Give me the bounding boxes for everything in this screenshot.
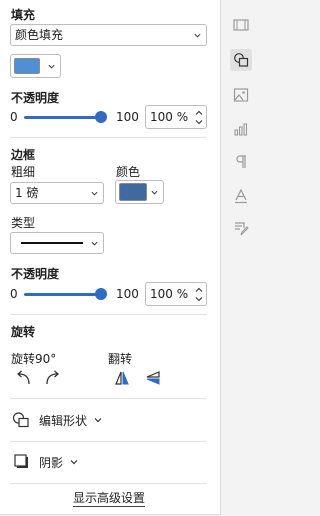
border-opacity-value: 100 % (150, 287, 189, 301)
border-opacity-input[interactable]: 100 % (145, 282, 207, 306)
border-color-picker[interactable] (115, 180, 164, 204)
chevron-down-icon (194, 33, 201, 38)
border-opacity-min: 0 (10, 287, 18, 301)
border-opacity-track (24, 293, 98, 296)
fill-heading: 填充 (11, 8, 36, 22)
chevron-up-icon[interactable] (195, 109, 203, 117)
fill-color-picker[interactable] (10, 54, 61, 78)
shadow-button[interactable]: 阴影 (12, 451, 102, 473)
chevron-down-icon (70, 460, 78, 465)
flip-label: 翻转 (108, 352, 133, 366)
rotate-counterclockwise-icon[interactable] (13, 369, 33, 387)
chevron-down-icon (91, 191, 98, 196)
shape-settings-panel: 填充 颜色填充 不透明度 0 100 100 % 边框 粗细 颜色 1 磅 类型… (0, 0, 221, 515)
divider (10, 137, 207, 138)
flip-vertical-icon[interactable] (144, 369, 162, 387)
solid-line-preview (21, 242, 83, 244)
chevron-down-icon[interactable] (195, 295, 203, 303)
settings-rail (221, 0, 261, 516)
chevron-down-icon (91, 241, 98, 246)
shape-settings-icon[interactable] (230, 49, 252, 71)
border-opacity-slider[interactable] (24, 287, 107, 301)
fill-color-swatch (14, 58, 40, 74)
chart-settings-icon[interactable] (230, 118, 252, 140)
border-heading: 边框 (11, 148, 36, 162)
edit-shape-label: 编辑形状 (39, 414, 88, 428)
edit-shape-button[interactable]: 编辑形状 (12, 409, 122, 431)
border-weight-value: 1 磅 (15, 186, 39, 200)
chevron-down-icon (151, 190, 158, 195)
rotate-90-label: 旋转90° (11, 352, 57, 366)
fill-opacity-input[interactable]: 100 % (145, 105, 207, 129)
chevron-down-icon[interactable] (195, 118, 203, 126)
fill-opacity-thumb[interactable] (95, 111, 107, 123)
signature-settings-icon[interactable] (230, 218, 252, 240)
chevron-down-icon (48, 64, 55, 69)
shadow-label: 阴影 (39, 456, 64, 470)
fill-type-dropdown[interactable]: 颜色填充 (10, 24, 207, 46)
divider (10, 314, 207, 315)
shadow-icon (14, 454, 28, 468)
divider (10, 441, 207, 442)
fill-opacity-slider[interactable] (24, 110, 107, 124)
fill-opacity-heading: 不透明度 (11, 91, 60, 105)
rotate-clockwise-icon[interactable] (43, 369, 63, 387)
paragraph-settings-icon[interactable] (230, 151, 252, 173)
rotation-heading: 旋转 (11, 325, 36, 339)
border-opacity-thumb[interactable] (95, 288, 107, 300)
edit-shape-icon (12, 412, 29, 428)
chevron-up-icon[interactable] (195, 286, 203, 294)
border-color-label: 颜色 (116, 165, 141, 179)
chevron-down-icon (94, 418, 102, 423)
border-color-swatch (119, 183, 147, 201)
image-settings-icon[interactable] (230, 84, 252, 106)
text-art-settings-icon[interactable] (230, 185, 252, 207)
fill-opacity-max: 100 (116, 110, 139, 124)
fill-opacity-min: 0 (10, 110, 18, 124)
border-type-dropdown[interactable] (10, 232, 104, 254)
divider (10, 398, 207, 399)
divider (10, 483, 207, 484)
flip-horizontal-icon[interactable] (113, 369, 131, 387)
border-opacity-heading: 不透明度 (11, 267, 60, 281)
border-weight-dropdown[interactable]: 1 磅 (10, 182, 104, 204)
fill-opacity-track (24, 116, 98, 119)
border-type-label: 类型 (11, 216, 36, 230)
fill-opacity-value: 100 % (150, 110, 189, 124)
show-advanced-settings-link[interactable]: 显示高级设置 (73, 491, 146, 507)
slide-settings-icon[interactable] (230, 14, 252, 36)
border-weight-label: 粗细 (11, 165, 36, 179)
fill-type-value: 颜色填充 (15, 28, 64, 42)
border-opacity-max: 100 (116, 287, 139, 301)
